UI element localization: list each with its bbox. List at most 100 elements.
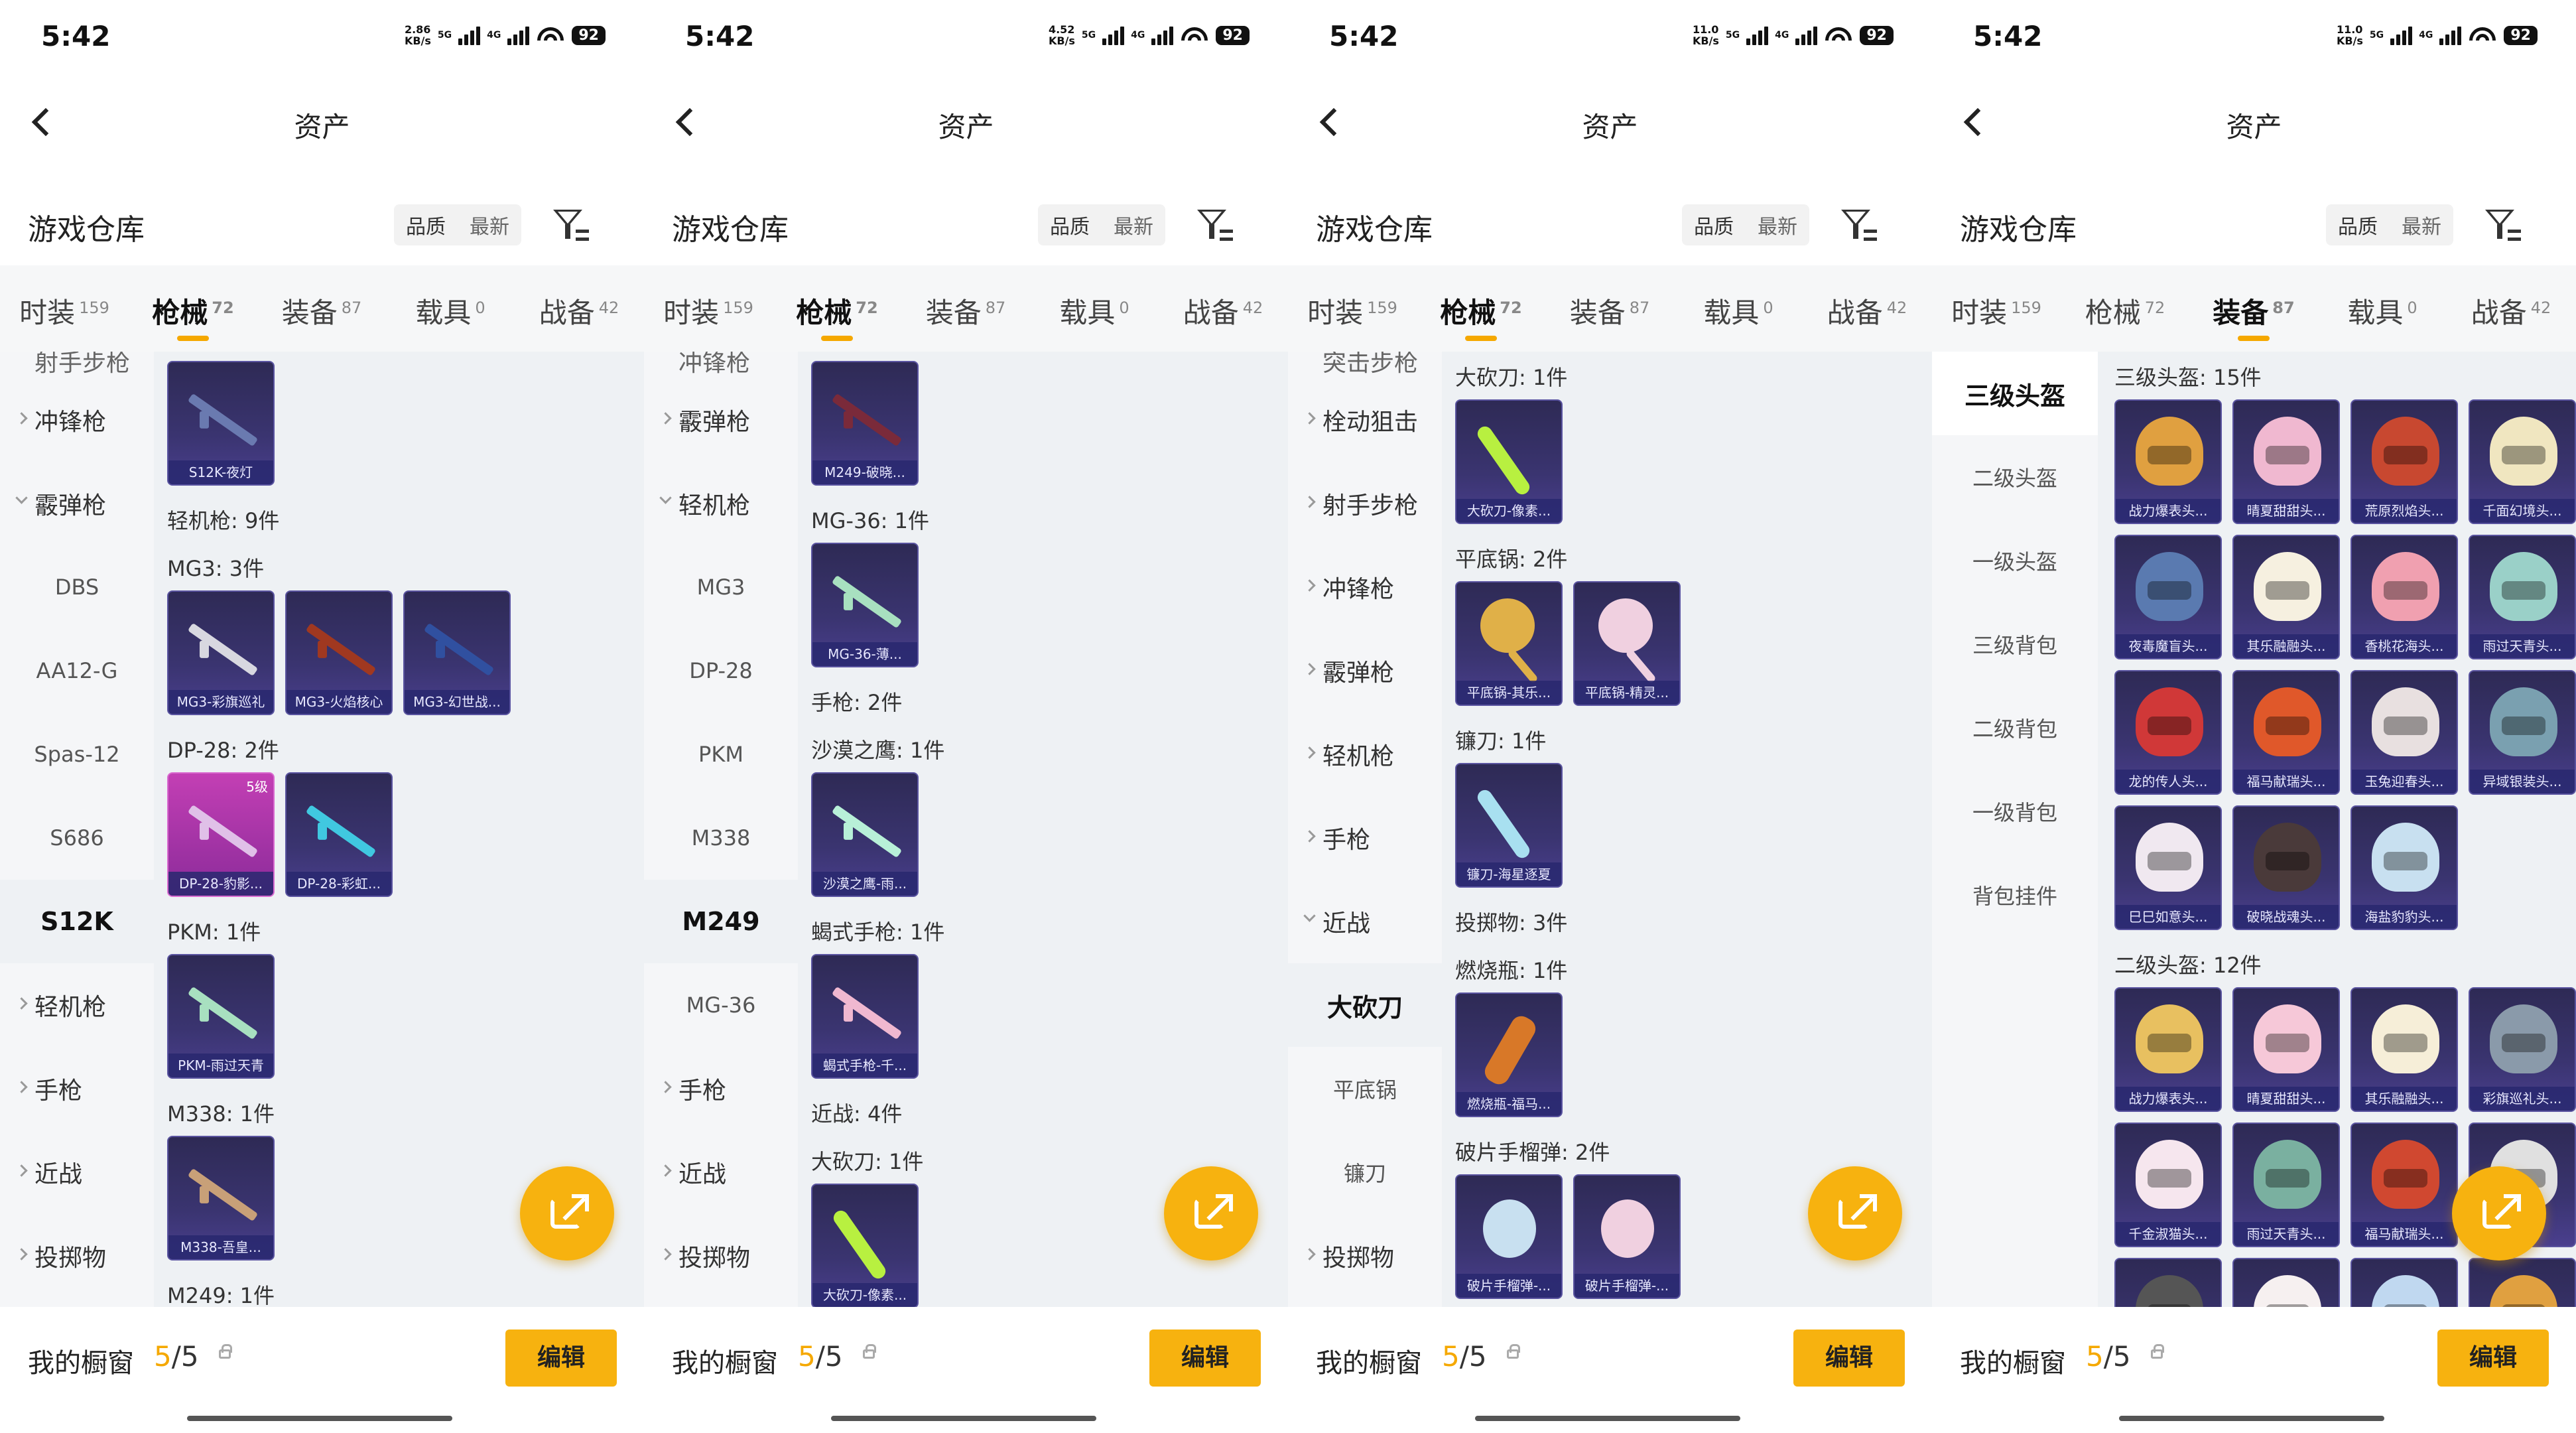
sidebar-item[interactable]: S12K xyxy=(0,880,154,963)
sidebar-item[interactable]: 投掷物 xyxy=(0,1214,154,1298)
item-card[interactable]: 其乐融融头... xyxy=(2232,535,2340,659)
sort-latest-option[interactable]: 最新 xyxy=(1114,210,1153,239)
sidebar-item[interactable]: 轻机枪 xyxy=(1288,713,1442,796)
tab-1[interactable]: 枪械 72 xyxy=(1417,265,1545,341)
item-card[interactable]: DP-28-彩虹... xyxy=(285,772,393,897)
sidebar-item[interactable]: 近战 xyxy=(1288,880,1442,963)
share-fab-button[interactable] xyxy=(1164,1166,1258,1261)
sidebar-item[interactable]: 霰弹枪 xyxy=(644,378,798,462)
sidebar-item[interactable]: 射手步枪 xyxy=(0,352,154,378)
tab-1[interactable]: 枪械 72 xyxy=(773,265,901,341)
sidebar-item[interactable]: 三级背包 xyxy=(1932,602,2098,686)
sidebar-item[interactable]: MG-36 xyxy=(644,963,798,1047)
sidebar-item[interactable]: 大砍刀 xyxy=(1288,963,1442,1047)
sort-quality-option[interactable]: 品质 xyxy=(1050,210,1090,239)
sidebar-item[interactable]: 一级背包 xyxy=(1932,770,2098,853)
tab-3[interactable]: 载具 0 xyxy=(1674,265,1803,331)
item-card[interactable] xyxy=(2232,1258,2340,1307)
item-card[interactable]: MG-36-薄... xyxy=(811,543,919,667)
item-card[interactable]: 海盐豹豹头... xyxy=(2351,805,2458,930)
item-card[interactable]: 千金淑猫头... xyxy=(2114,1123,2222,1247)
sidebar-item[interactable]: S686 xyxy=(0,796,154,880)
item-card[interactable]: 大砍刀-像素... xyxy=(811,1184,919,1307)
tab-0[interactable]: 时装 159 xyxy=(0,265,129,331)
item-card[interactable]: 彩旗巡礼头... xyxy=(2469,987,2576,1112)
sidebar-item[interactable]: 冲锋枪 xyxy=(644,352,798,378)
item-card[interactable]: S12K-夜灯 xyxy=(167,361,275,486)
item-card[interactable]: 晴夏甜甜头... xyxy=(2232,987,2340,1112)
item-card[interactable]: 晴夏甜甜头... xyxy=(2232,399,2340,524)
item-card[interactable]: MG3-幻世战... xyxy=(403,590,511,715)
tab-2[interactable]: 装备 87 xyxy=(901,265,1030,331)
item-card[interactable] xyxy=(2351,1258,2458,1307)
item-card[interactable]: 战力爆表头... xyxy=(2114,399,2222,524)
item-card[interactable]: 其乐融融头... xyxy=(2351,987,2458,1112)
item-card[interactable]: MG3-火焰核心 xyxy=(285,590,393,715)
sidebar-item[interactable]: 投掷物 xyxy=(1288,1214,1442,1298)
item-card[interactable]: 夜毒魔盲头... xyxy=(2114,535,2222,659)
item-card[interactable]: 福马献瑞头... xyxy=(2232,670,2340,795)
sort-quality-option[interactable]: 品质 xyxy=(1694,210,1734,239)
sort-toggle[interactable]: 品质 最新 xyxy=(1682,204,1809,245)
edit-button[interactable]: 编辑 xyxy=(2437,1330,2549,1387)
sidebar-item[interactable]: 霰弹枪 xyxy=(1288,629,1442,713)
tab-0[interactable]: 时装 159 xyxy=(1932,265,2061,331)
tab-1[interactable]: 枪械 72 xyxy=(129,265,257,341)
sidebar-item[interactable]: 霰弹枪 xyxy=(0,462,154,545)
tab-4[interactable]: 战备 42 xyxy=(1159,265,1287,331)
tab-4[interactable]: 战备 42 xyxy=(515,265,643,331)
item-card[interactable]: 福马献瑞头... xyxy=(2351,1123,2458,1247)
tab-2[interactable]: 装备 87 xyxy=(257,265,386,331)
item-card[interactable]: 沙漠之鹰-雨... xyxy=(811,772,919,897)
sidebar-item[interactable]: AA12-G xyxy=(0,629,154,713)
tab-3[interactable]: 载具 0 xyxy=(386,265,515,331)
item-card[interactable]: 香桃花海头... xyxy=(2351,535,2458,659)
sort-toggle[interactable]: 品质 最新 xyxy=(394,204,521,245)
sort-toggle[interactable]: 品质 最新 xyxy=(1038,204,1165,245)
sidebar-item[interactable]: DBS xyxy=(0,545,154,629)
item-card[interactable]: 龙的传人头... xyxy=(2114,670,2222,795)
edit-button[interactable]: 编辑 xyxy=(1149,1330,1261,1387)
item-card[interactable]: M338-吾皇... xyxy=(167,1136,275,1261)
edit-button[interactable]: 编辑 xyxy=(1793,1330,1905,1387)
sidebar-item[interactable]: 二级头盔 xyxy=(1932,435,2098,519)
item-card[interactable]: 蝎式手枪-千... xyxy=(811,954,919,1079)
sidebar-item[interactable]: M338 xyxy=(644,796,798,880)
item-card[interactable]: 平底锅-其乐... xyxy=(1455,581,1563,706)
item-card[interactable]: M249-破晓... xyxy=(811,361,919,486)
item-card[interactable]: 镰刀-海星逐夏 xyxy=(1455,763,1563,888)
sort-latest-option[interactable]: 最新 xyxy=(470,210,509,239)
sidebar-item[interactable]: 冲锋枪 xyxy=(1288,545,1442,629)
item-card[interactable]: 战力爆表头... xyxy=(2114,987,2222,1112)
sidebar-item[interactable]: 三级头盔 xyxy=(1932,352,2098,435)
item-card[interactable]: 大砍刀-像素... xyxy=(1455,399,1563,524)
sidebar-item[interactable]: 射手步枪 xyxy=(1288,462,1442,545)
item-card[interactable] xyxy=(2469,1258,2576,1307)
sidebar-item[interactable]: 投掷物 xyxy=(644,1214,798,1298)
tab-0[interactable]: 时装 159 xyxy=(1288,265,1417,331)
item-card[interactable]: 破片手榴弹-... xyxy=(1455,1174,1563,1299)
sidebar-item[interactable]: 平底锅 xyxy=(1288,1047,1442,1130)
item-card[interactable]: 荒原烈焰头... xyxy=(2351,399,2458,524)
item-card[interactable]: PKM-雨过天青 xyxy=(167,954,275,1079)
sidebar-item[interactable]: Spas-12 xyxy=(0,713,154,796)
tab-1[interactable]: 枪械 72 xyxy=(2061,265,2189,331)
item-card[interactable]: 千面幻境头... xyxy=(2469,399,2576,524)
sidebar-item[interactable]: 二级背包 xyxy=(1932,686,2098,770)
edit-button[interactable]: 编辑 xyxy=(505,1330,617,1387)
item-card[interactable]: 雨过天青头... xyxy=(2469,535,2576,659)
item-card[interactable]: 燃烧瓶-福马... xyxy=(1455,992,1563,1117)
item-card[interactable]: 异域银装头... xyxy=(2469,670,2576,795)
tab-2[interactable]: 装备 87 xyxy=(2189,265,2318,341)
tab-4[interactable]: 战备 42 xyxy=(2447,265,2575,331)
sidebar-item[interactable]: 镰刀 xyxy=(1288,1130,1442,1214)
filter-icon[interactable] xyxy=(550,206,589,244)
sidebar-item[interactable]: 背包挂件 xyxy=(1932,853,2098,937)
sidebar-item[interactable]: 手枪 xyxy=(0,1047,154,1130)
sidebar-item[interactable]: 一级头盔 xyxy=(1932,519,2098,602)
sidebar-item[interactable]: 手枪 xyxy=(644,1047,798,1130)
filter-icon[interactable] xyxy=(1838,206,1877,244)
tab-3[interactable]: 载具 0 xyxy=(2318,265,2447,331)
sort-quality-option[interactable]: 品质 xyxy=(406,210,446,239)
sidebar-item[interactable]: M249 xyxy=(644,880,798,963)
